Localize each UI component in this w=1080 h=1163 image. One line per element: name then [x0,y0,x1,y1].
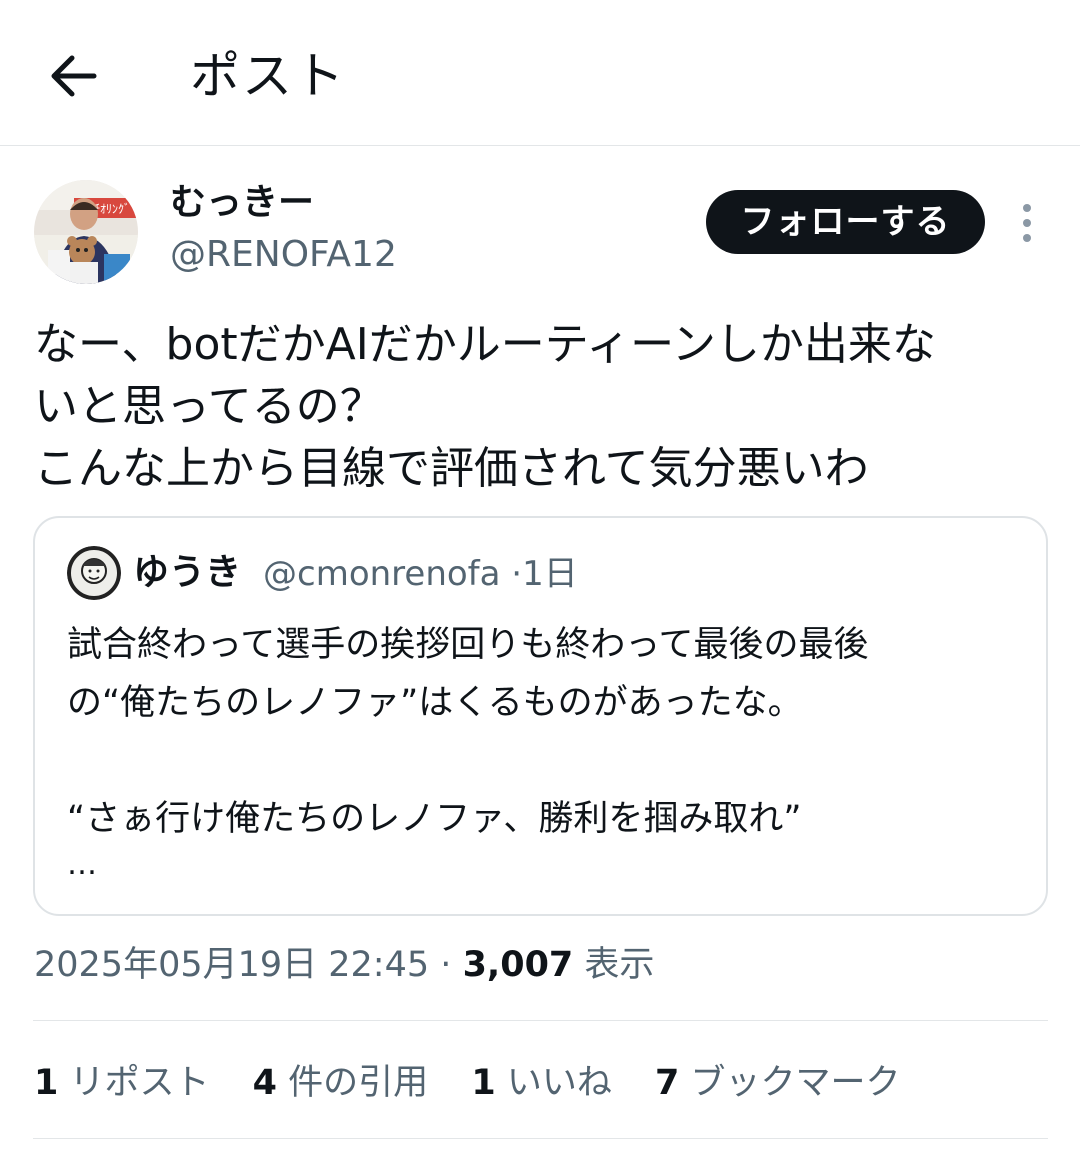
views-label: 表示 [584,945,655,985]
stat-count: 4 [252,1063,278,1103]
quote-truncation: … [67,847,97,882]
arrow-left-icon[interactable] [44,46,104,106]
post-timestamp[interactable]: 2025年05月19日 22:45 [34,945,429,985]
stat-count: 1 [34,1063,59,1103]
quote-meta: @cmonrenofa ·1日 [263,549,578,599]
stat-count: 1 [471,1063,496,1103]
divider [33,1020,1048,1021]
engagement-stats: 1 リポスト 4 件の引用 1 いいね 7 ブックマーク [34,1058,932,1108]
post-text: なー、botだかAIだかルーティーンしか出来な いと思ってるの？ こんな上から目… [34,319,936,494]
stat-reposts[interactable]: 1 リポスト [34,1063,210,1103]
quote-author-name: ゆうき [133,552,242,593]
top-bar: ポスト [0,0,1080,146]
quote-author-handle: @cmonrenofa [263,554,501,594]
stat-label: リポスト [69,1063,210,1103]
follow-button[interactable]: フォローする [706,190,985,254]
stat-likes[interactable]: 1 いいね [471,1063,612,1103]
stat-quotes[interactable]: 4 件の引用 [253,1063,429,1103]
stat-bookmarks[interactable]: 7 ブックマーク [655,1063,901,1103]
views-count: 3,007 [462,945,574,985]
quoted-post[interactable]: ゆうき @cmonrenofa ·1日 試合終わって選手の挨拶回りも終わって最後… [33,516,1048,916]
more-vertical-icon[interactable] [1010,198,1044,248]
quote-text: 試合終わって選手の挨拶回りも終わって最後の最後 の“俺たちのレノファ”はくるもの… [67,625,869,839]
post-meta: 2025年05月19日 22:45 · 3,007 表示 [34,940,654,990]
meta-separator: · [440,945,452,985]
stat-count: 7 [654,1063,680,1103]
author-name[interactable]: むっきー [170,178,314,228]
quote-author-avatar[interactable] [67,546,121,600]
quote-time: 1日 [522,554,578,594]
author-avatar[interactable]: ﾁｵﾘﾝｸﾞ [34,180,138,284]
svg-text:ﾁｵﾘﾝｸﾞ: ﾁｵﾘﾝｸﾞ [94,202,130,216]
stat-label: ブックマーク [690,1063,901,1103]
stat-label: 件の引用 [288,1063,429,1103]
meta-separator: · [511,554,523,594]
divider [33,1138,1048,1139]
author-handle[interactable]: @RENOFA12 [170,230,397,280]
stat-label: いいね [506,1063,612,1103]
page-title: ポスト [190,47,346,105]
